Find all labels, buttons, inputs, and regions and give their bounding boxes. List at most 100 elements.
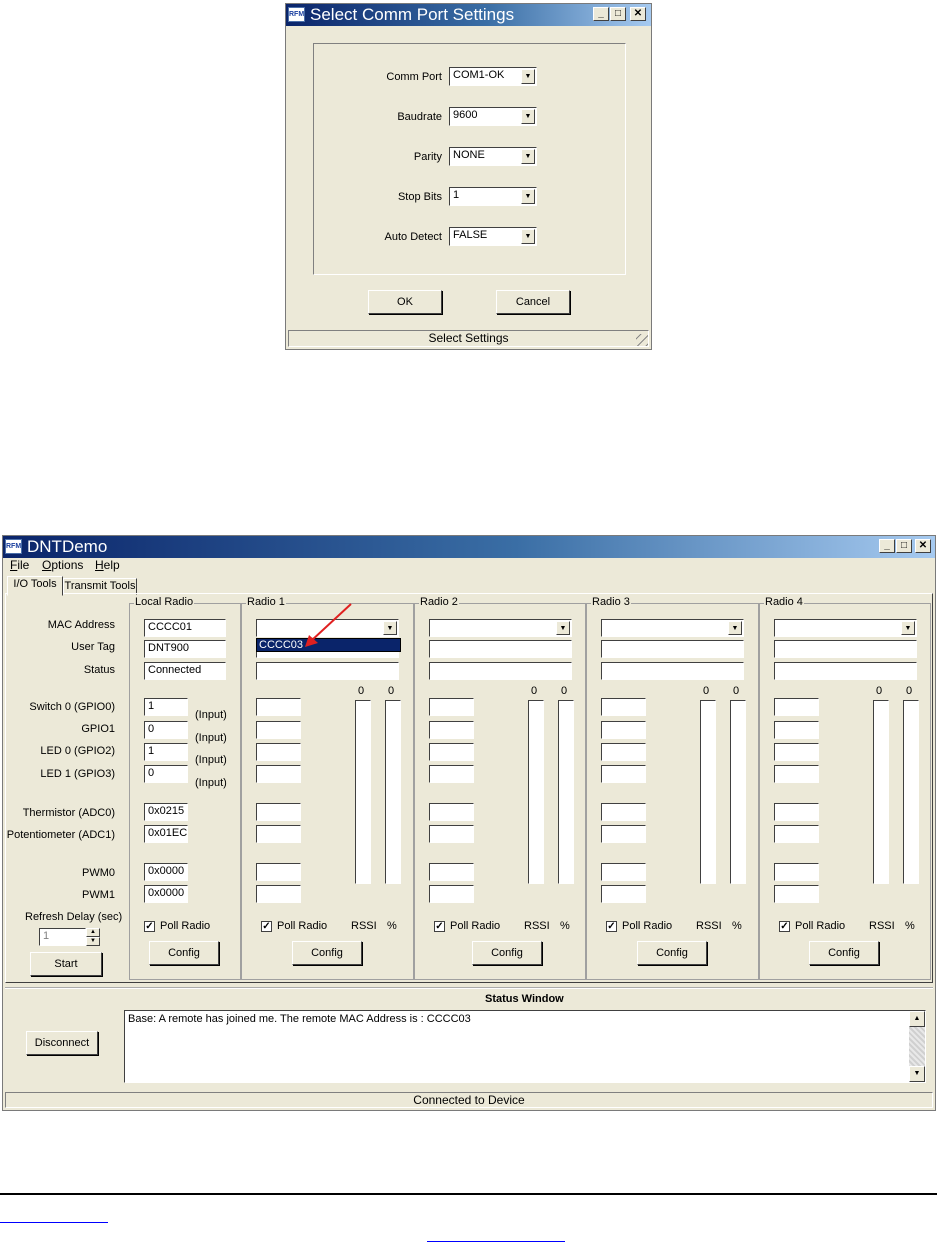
baudrate-select[interactable]: 9600 ▼ xyxy=(449,107,537,126)
local-pwm1-field[interactable]: 0x0000 xyxy=(144,885,188,903)
local-gpio2-field[interactable]: 1 xyxy=(144,743,188,761)
radio4-status-field[interactable] xyxy=(774,662,917,680)
chevron-down-icon[interactable]: ▼ xyxy=(521,189,535,204)
start-button[interactable]: Start xyxy=(30,952,102,976)
close-icon[interactable]: ✕ xyxy=(915,539,931,553)
radio2-config-button[interactable]: Config xyxy=(472,941,542,965)
radio3-io-field-0[interactable] xyxy=(601,698,646,716)
local-tag-field[interactable]: DNT900 xyxy=(144,640,226,658)
radio3-status-field[interactable] xyxy=(601,662,744,680)
dialog-titlebar[interactable]: RFM Select Comm Port Settings _ □ ✕ xyxy=(286,4,651,26)
local-gpio3-field[interactable]: 0 xyxy=(144,765,188,783)
ok-button[interactable]: OK xyxy=(368,290,442,314)
radio4-io-field-4[interactable] xyxy=(774,803,819,821)
spin-down-icon[interactable]: ▼ xyxy=(86,937,100,946)
minimize-icon[interactable]: _ xyxy=(879,539,895,553)
radio4-poll-checkbox[interactable]: ✓ xyxy=(779,921,790,932)
status-window-log[interactable]: Base: A remote has joined me. The remote… xyxy=(124,1010,926,1083)
tab-io-tools[interactable]: I/O Tools xyxy=(7,576,63,596)
radio3-io-field-3[interactable] xyxy=(601,765,646,783)
radio3-poll-checkbox[interactable]: ✓ xyxy=(606,921,617,932)
radio1-io-field-6[interactable] xyxy=(256,863,301,881)
radio4-io-field-1[interactable] xyxy=(774,721,819,739)
menu-file[interactable]: File xyxy=(10,558,29,572)
radio2-io-field-2[interactable] xyxy=(429,743,474,761)
local-status-field[interactable]: Connected xyxy=(144,662,226,680)
radio4-mac-select[interactable]: ▼ xyxy=(774,619,917,637)
radio4-io-field-7[interactable] xyxy=(774,885,819,903)
auto-detect-select[interactable]: FALSE ▼ xyxy=(449,227,537,246)
radio1-io-field-3[interactable] xyxy=(256,765,301,783)
chevron-down-icon[interactable]: ▼ xyxy=(383,621,397,635)
radio1-io-field-1[interactable] xyxy=(256,721,301,739)
local-poll-checkbox[interactable]: ✓ xyxy=(144,921,155,932)
radio2-poll-checkbox[interactable]: ✓ xyxy=(434,921,445,932)
radio2-io-field-1[interactable] xyxy=(429,721,474,739)
radio4-tag-field[interactable] xyxy=(774,640,917,658)
menu-options[interactable]: Options xyxy=(42,558,83,572)
local-gpio0-field[interactable]: 1 xyxy=(144,698,188,716)
refresh-delay-input[interactable]: 1 xyxy=(39,928,86,946)
parity-select[interactable]: NONE ▼ xyxy=(449,147,537,166)
radio3-mac-select[interactable]: ▼ xyxy=(601,619,744,637)
app-titlebar[interactable]: RFM DNTDemo _ □ ✕ xyxy=(3,536,935,558)
chevron-down-icon[interactable]: ▼ xyxy=(521,69,535,84)
radio2-io-field-7[interactable] xyxy=(429,885,474,903)
radio4-io-field-0[interactable] xyxy=(774,698,819,716)
local-adc1-field[interactable]: 0x01EC xyxy=(144,825,188,843)
chevron-down-icon[interactable]: ▼ xyxy=(521,109,535,124)
local-pwm0-field[interactable]: 0x0000 xyxy=(144,863,188,881)
local-gpio1-field[interactable]: 0 xyxy=(144,721,188,739)
radio1-status-field[interactable] xyxy=(256,662,399,680)
radio4-io-field-2[interactable] xyxy=(774,743,819,761)
radio4-io-field-6[interactable] xyxy=(774,863,819,881)
radio1-io-field-0[interactable] xyxy=(256,698,301,716)
radio4-config-button[interactable]: Config xyxy=(809,941,879,965)
minimize-icon[interactable]: _ xyxy=(593,7,609,21)
radio3-config-button[interactable]: Config xyxy=(637,941,707,965)
radio3-tag-field[interactable] xyxy=(601,640,744,658)
radio1-io-field-2[interactable] xyxy=(256,743,301,761)
chevron-down-icon[interactable]: ▼ xyxy=(901,621,915,635)
stop-bits-select[interactable]: 1 ▼ xyxy=(449,187,537,206)
disconnect-button[interactable]: Disconnect xyxy=(26,1031,98,1055)
radio1-io-field-7[interactable] xyxy=(256,885,301,903)
radio4-io-field-5[interactable] xyxy=(774,825,819,843)
menu-help[interactable]: Help xyxy=(95,558,120,572)
radio3-io-field-2[interactable] xyxy=(601,743,646,761)
scroll-down-icon[interactable]: ▼ xyxy=(909,1066,925,1082)
resize-grip-icon[interactable] xyxy=(636,334,648,346)
local-config-button[interactable]: Config xyxy=(149,941,219,965)
refresh-spinner[interactable]: ▲ ▼ xyxy=(86,928,100,946)
footer-link-center[interactable] xyxy=(427,1241,565,1242)
radio2-io-field-5[interactable] xyxy=(429,825,474,843)
radio2-io-field-6[interactable] xyxy=(429,863,474,881)
radio1-io-field-5[interactable] xyxy=(256,825,301,843)
footer-link-left[interactable] xyxy=(0,1222,108,1223)
radio3-io-field-6[interactable] xyxy=(601,863,646,881)
radio1-io-field-4[interactable] xyxy=(256,803,301,821)
chevron-down-icon[interactable]: ▼ xyxy=(521,229,535,244)
log-scrollbar[interactable]: ▲ ▼ xyxy=(909,1011,925,1082)
radio1-poll-checkbox[interactable]: ✓ xyxy=(261,921,272,932)
radio4-io-field-3[interactable] xyxy=(774,765,819,783)
radio3-io-field-5[interactable] xyxy=(601,825,646,843)
radio3-io-field-7[interactable] xyxy=(601,885,646,903)
maximize-icon[interactable]: □ xyxy=(610,7,626,21)
spin-up-icon[interactable]: ▲ xyxy=(86,928,100,937)
chevron-down-icon[interactable]: ▼ xyxy=(728,621,742,635)
radio2-mac-select[interactable]: ▼ xyxy=(429,619,572,637)
radio2-tag-field[interactable] xyxy=(429,640,572,658)
chevron-down-icon[interactable]: ▼ xyxy=(556,621,570,635)
local-adc0-field[interactable]: 0x0215 xyxy=(144,803,188,821)
local-mac-field[interactable]: CCCC01 xyxy=(144,619,226,637)
cancel-button[interactable]: Cancel xyxy=(496,290,570,314)
radio2-io-field-0[interactable] xyxy=(429,698,474,716)
radio3-io-field-4[interactable] xyxy=(601,803,646,821)
close-icon[interactable]: ✕ xyxy=(630,7,646,21)
radio2-status-field[interactable] xyxy=(429,662,572,680)
chevron-down-icon[interactable]: ▼ xyxy=(521,149,535,164)
maximize-icon[interactable]: □ xyxy=(896,539,912,553)
radio2-io-field-4[interactable] xyxy=(429,803,474,821)
radio1-config-button[interactable]: Config xyxy=(292,941,362,965)
